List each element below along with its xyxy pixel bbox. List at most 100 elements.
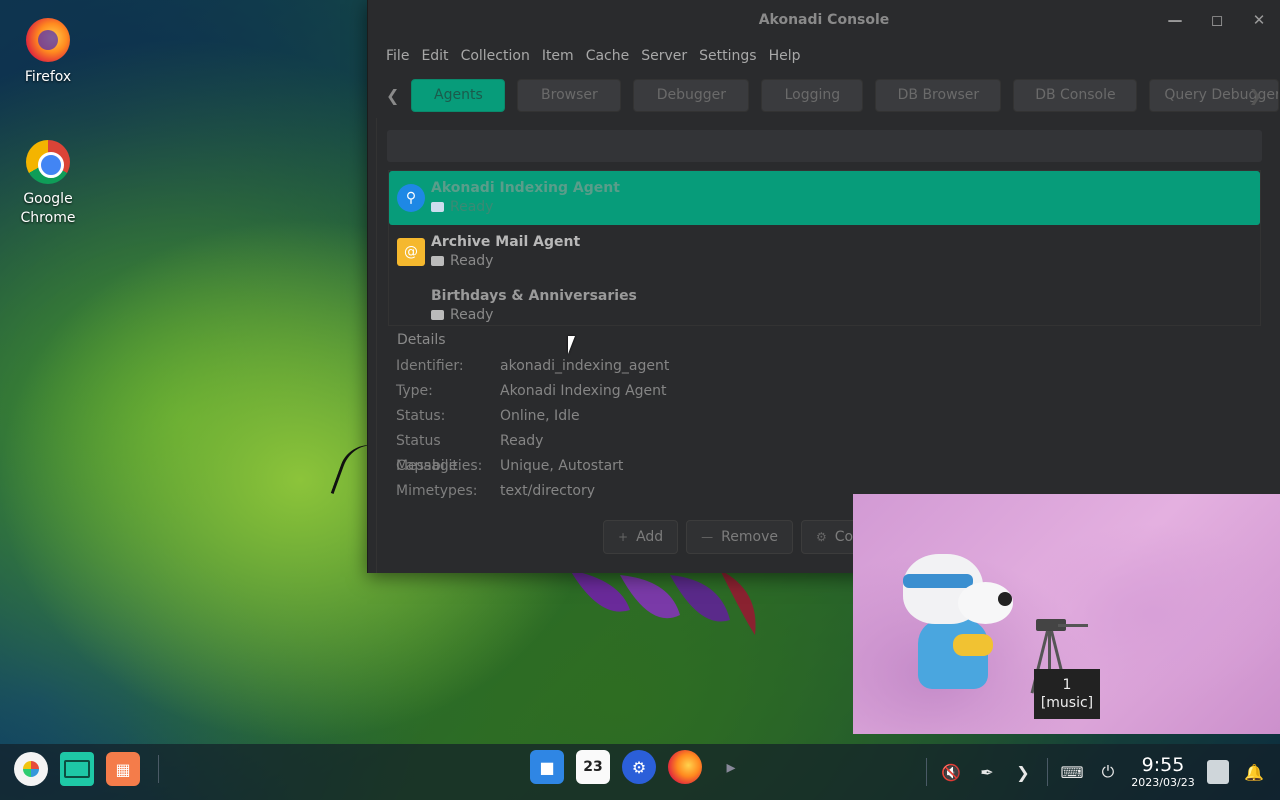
message-icon: [431, 310, 444, 320]
window-title: Akonadi Console: [758, 12, 890, 28]
detail-key: Capabilities:: [396, 458, 483, 474]
agent-item-archive-mail[interactable]: @ Archive Mail Agent Ready: [389, 225, 1260, 279]
minimize-icon[interactable]: —: [1154, 0, 1196, 40]
taskbar-separator: [158, 755, 159, 783]
launcher-icon[interactable]: [14, 752, 48, 786]
clock[interactable]: 9:55 2023/03/23: [1126, 754, 1200, 790]
file-manager-icon[interactable]: ■: [530, 750, 564, 784]
detail-value: Unique, Autostart: [500, 458, 624, 474]
settings-icon[interactable]: ⚙: [622, 750, 656, 784]
agent-status-text: Ready: [450, 253, 494, 269]
taskbar-separator: [1047, 758, 1048, 786]
desktop-icon-label: Google Chrome: [20, 191, 76, 226]
pen-icon[interactable]: ✒: [969, 754, 1005, 790]
multitask-view-icon[interactable]: [60, 752, 94, 786]
menu-server[interactable]: Server: [641, 48, 687, 64]
tooltip-line-2: [music]: [1040, 695, 1094, 711]
tab-agents[interactable]: Agents: [411, 78, 506, 112]
keyboard-icon[interactable]: ⌨: [1054, 754, 1090, 790]
firefox-taskbar-icon[interactable]: [668, 750, 702, 784]
agent-status: Ready: [431, 251, 580, 271]
menu-item[interactable]: Item: [542, 48, 574, 64]
calendar-app-icon[interactable]: 23: [576, 750, 610, 784]
menu-cache[interactable]: Cache: [586, 48, 630, 64]
agent-status: Ready: [431, 305, 637, 325]
detail-row-capabilities: Capabilities: Unique, Autostart: [388, 454, 1261, 479]
menu-file[interactable]: File: [386, 48, 409, 64]
minus-icon: —: [701, 530, 714, 544]
volume-muted-icon[interactable]: 🔇: [933, 754, 969, 790]
menu-settings[interactable]: Settings: [699, 48, 756, 64]
detail-value: Online, Idle: [500, 408, 580, 424]
agent-item-indexing[interactable]: ⚲ Akonadi Indexing Agent Ready: [389, 171, 1260, 225]
tab-db-console[interactable]: DB Console: [1013, 78, 1138, 112]
add-button-label: Add: [636, 529, 664, 545]
notification-bell-icon[interactable]: 🔔: [1236, 754, 1272, 790]
firefox-icon: [26, 18, 70, 62]
menu-bar: File Edit Collection Item Cache Server S…: [368, 40, 1280, 72]
taskbar-left: ▦: [14, 752, 165, 786]
clock-time: 9:55: [1141, 754, 1185, 776]
mail-icon: @: [397, 238, 425, 266]
tooltip-line-1: 1: [1062, 677, 1072, 693]
detail-value: Ready: [500, 433, 544, 449]
taskbar: ▦ ■ 23 ⚙ ▸ 🔇 ✒ ❯ ⌨ ⏻ 9:55 2023/03/23 🔔: [0, 744, 1280, 800]
gear-icon: ⚙: [816, 530, 827, 544]
agent-item-birthdays[interactable]: Birthdays & Anniversaries Ready: [389, 279, 1260, 325]
detail-key: Status:: [396, 408, 446, 424]
tab-logging[interactable]: Logging: [761, 78, 864, 112]
chevron-right-icon[interactable]: ❯: [1249, 86, 1262, 105]
desktop-icon-label: Firefox: [24, 69, 72, 85]
window-controls: — ◻ ✕: [1154, 0, 1280, 40]
agent-filter-bar[interactable]: [387, 130, 1262, 162]
desktop-icon-chrome[interactable]: Google Chrome: [0, 140, 96, 228]
calendar-day: 23: [583, 759, 603, 775]
terminal-icon[interactable]: ▸: [714, 750, 748, 784]
window-titlebar[interactable]: Akonadi Console — ◻ ✕: [368, 0, 1280, 40]
detail-key: Type:: [396, 383, 433, 399]
chevron-right-icon[interactable]: ❯: [1005, 754, 1041, 790]
agent-list: ⚲ Akonadi Indexing Agent Ready @ Archive…: [388, 170, 1261, 326]
remove-button-label: Remove: [721, 529, 778, 545]
workspace-icon[interactable]: ▦: [106, 752, 140, 786]
details-title: Details: [397, 332, 446, 348]
menu-help[interactable]: Help: [769, 48, 801, 64]
tab-bar: ❮ Agents Browser Debugger Logging DB Bro…: [368, 72, 1280, 118]
detail-row-status-message: Status Message: Ready: [388, 429, 1261, 474]
close-icon[interactable]: ✕: [1238, 0, 1280, 40]
detail-value: text/directory: [500, 483, 595, 499]
agent-name: Birthdays & Anniversaries: [431, 288, 637, 304]
media-preview-popup[interactable]: 1 [music]: [853, 494, 1280, 734]
detail-key: Identifier:: [396, 358, 464, 374]
power-icon[interactable]: ⏻: [1090, 754, 1126, 790]
chrome-icon: [26, 140, 70, 184]
maximize-icon[interactable]: ◻: [1196, 0, 1238, 40]
detail-row-type: Type: Akonadi Indexing Agent: [388, 379, 1261, 404]
chevron-left-icon[interactable]: ❮: [386, 86, 399, 105]
message-icon: [431, 202, 444, 212]
calendar-icon: [397, 292, 425, 320]
agent-status: Ready: [431, 197, 620, 217]
agent-name: Akonadi Indexing Agent: [431, 180, 620, 196]
tab-browser[interactable]: Browser: [517, 78, 622, 112]
trash-icon[interactable]: [1200, 754, 1236, 790]
plus-icon: +: [618, 530, 629, 544]
desktop-icon-firefox[interactable]: Firefox: [0, 18, 96, 87]
menu-edit[interactable]: Edit: [421, 48, 448, 64]
workspace-tooltip: 1 [music]: [1034, 669, 1100, 719]
detail-value: Akonadi Indexing Agent: [500, 383, 667, 399]
detail-value: akonadi_indexing_agent: [500, 358, 670, 374]
add-button[interactable]: + Add: [603, 520, 679, 554]
tab-db-browser[interactable]: DB Browser: [875, 78, 1002, 112]
agent-status-text: Ready: [450, 199, 494, 215]
detail-key: Mimetypes:: [396, 483, 478, 499]
akonadi-console-window: Akonadi Console — ◻ ✕ File Edit Collecti…: [367, 0, 1280, 573]
tab-debugger[interactable]: Debugger: [633, 78, 750, 112]
agent-action-buttons: + Add — Remove ⚙ Con: [603, 520, 877, 554]
remove-button[interactable]: — Remove: [686, 520, 793, 554]
agent-name: Archive Mail Agent: [431, 234, 581, 250]
mouse-cursor: [568, 336, 582, 354]
message-icon: [431, 256, 444, 266]
menu-collection[interactable]: Collection: [461, 48, 530, 64]
bear-illustration: [898, 554, 1018, 694]
